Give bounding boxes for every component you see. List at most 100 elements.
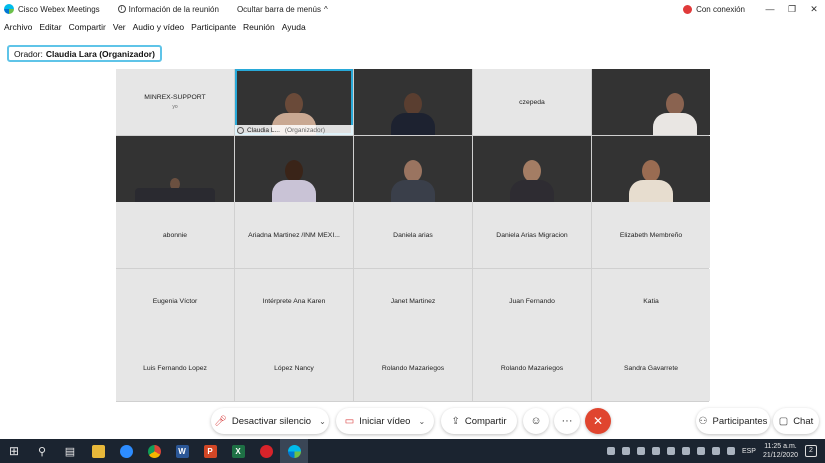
language-indicator[interactable]: ESP — [742, 448, 756, 455]
taskbar-webex[interactable] — [280, 439, 308, 463]
search-button[interactable]: ⚲ — [28, 439, 56, 463]
minimize-button[interactable]: — — [759, 4, 781, 14]
participant-tile[interactable]: Daniela Arias Migracion — [473, 202, 591, 268]
chevron-down-icon[interactable]: ⌄ — [418, 417, 425, 426]
menu-bar: Archivo Editar Compartir Ver Audio y víd… — [0, 19, 309, 35]
active-speaker-label: Orador: Claudia Lara (Organizador) — [7, 45, 162, 62]
participant-video-tile[interactable] — [354, 135, 472, 202]
hide-menu-label: Ocultar barra de menús — [236, 4, 321, 14]
participant-tile[interactable]: MINREX-SUPPORT yo — [116, 69, 234, 135]
tray-app-icon[interactable] — [651, 447, 660, 455]
tray-app-icon[interactable] — [621, 447, 630, 455]
notifications-button[interactable]: 2 — [805, 445, 817, 457]
microphone-muted-icon: 🎤︎ — [214, 415, 227, 427]
speaker-prefix: Orador: — [14, 48, 43, 59]
connection-status[interactable]: Con conexión — [683, 4, 745, 14]
start-button[interactable]: ⊞ — [0, 439, 28, 463]
participant-tile[interactable]: Elizabeth Membreño — [592, 202, 710, 268]
participant-video — [391, 159, 435, 202]
participant-name: Ariadna Martinez /INM MEXI... — [248, 231, 340, 239]
participant-tile[interactable]: Sandra Gavarrete — [592, 335, 710, 401]
participant-video — [135, 177, 215, 202]
menu-reunion[interactable]: Reunión — [243, 22, 275, 32]
participant-tile[interactable]: Luis Fernando Lopez — [116, 335, 234, 401]
webex-logo-icon — [4, 4, 14, 14]
participant-video-tile[interactable] — [354, 69, 472, 135]
participant-tile[interactable]: Rolando Mazariegos — [354, 335, 472, 401]
participant-name: Rolando Mazariegos — [381, 364, 445, 372]
participant-self-label: yo — [172, 104, 178, 110]
taskbar-excel[interactable]: X — [224, 439, 252, 463]
participant-video-tile[interactable] — [473, 135, 591, 202]
menu-compartir[interactable]: Compartir — [69, 22, 106, 32]
connection-icon — [683, 4, 693, 14]
volume-icon[interactable] — [726, 447, 735, 455]
participant-video-tile[interactable] — [235, 135, 353, 202]
taskbar-zoom[interactable] — [112, 439, 140, 463]
participant-name: Claudia L... — [247, 126, 280, 134]
participant-tile[interactable]: Janet Martinez — [354, 268, 472, 335]
participant-tile[interactable]: Katia — [592, 268, 710, 335]
taskbar-app-red[interactable] — [252, 439, 280, 463]
menu-audio-video[interactable]: Audio y vídeo — [133, 22, 185, 32]
folder-icon — [91, 444, 105, 458]
chevron-down-icon[interactable]: ⌄ — [319, 417, 326, 426]
participant-tile[interactable]: abonnie — [116, 202, 234, 268]
reactions-button[interactable]: ☺ — [523, 408, 549, 434]
close-icon: ✕ — [592, 414, 604, 428]
chat-button[interactable]: ▢ Chat — [773, 408, 819, 434]
taskbar-powerpoint[interactable]: P — [196, 439, 224, 463]
participant-tile[interactable]: Rolando Mazariegos — [473, 335, 591, 401]
taskbar-file-explorer[interactable] — [84, 439, 112, 463]
tray-app-icon[interactable] — [606, 447, 615, 455]
participant-tile[interactable]: Juan Fernando — [473, 268, 591, 335]
participant-tile[interactable]: Daniela arias — [354, 202, 472, 268]
participant-name: Sandra Gavarrete — [623, 364, 679, 372]
hide-menu-button[interactable]: Ocultar barra de menús ^ — [237, 5, 328, 14]
connection-label: Con conexión — [696, 4, 745, 14]
share-label: Compartir — [464, 415, 507, 427]
participant-video-tile[interactable] — [592, 135, 710, 202]
share-button[interactable]: ⇪ Compartir — [441, 408, 517, 434]
end-meeting-button[interactable]: ✕ — [585, 408, 611, 434]
windows-taskbar: ⊞ ⚲ ▤ W P X ESP 11:25 a.m. 21/12/2020 2 — [0, 439, 825, 463]
taskbar-word[interactable]: W — [168, 439, 196, 463]
start-video-button[interactable]: ▭ Iniciar vídeo ⌄ — [336, 408, 434, 434]
participant-name: Elizabeth Membreño — [619, 231, 683, 239]
participant-name: czepeda — [519, 98, 545, 106]
tray-app-icon[interactable] — [681, 447, 690, 455]
search-icon: ⚲ — [37, 445, 47, 458]
maximize-button[interactable]: ❐ — [781, 4, 803, 15]
participant-name: Luis Fernando Lopez — [143, 364, 207, 372]
unmute-button[interactable]: 🎤︎ Desactivar silencio ⌄ — [211, 408, 329, 434]
menu-editar[interactable]: Editar — [39, 22, 61, 32]
tray-app-icon[interactable] — [696, 447, 705, 455]
powerpoint-icon: P — [203, 444, 217, 458]
more-options-button[interactable]: ··· — [554, 408, 580, 434]
close-button[interactable]: ✕ — [803, 4, 825, 15]
meeting-info-button[interactable]: i Información de la reunión — [117, 5, 219, 14]
menu-participante[interactable]: Participante — [191, 22, 236, 32]
participant-video-tile[interactable] — [116, 135, 234, 202]
windows-icon: ⊞ — [8, 444, 20, 458]
participant-tile[interactable]: Ariadna Martinez /INM MEXI... — [235, 202, 353, 268]
taskbar-chrome[interactable] — [140, 439, 168, 463]
participant-name: López Nancy — [274, 364, 314, 372]
wifi-icon[interactable] — [711, 447, 720, 455]
tray-app-icon[interactable] — [666, 447, 675, 455]
menu-ayuda[interactable]: Ayuda — [282, 22, 306, 32]
participant-tile[interactable]: López Nancy — [235, 335, 353, 401]
task-view-button[interactable]: ▤ — [56, 439, 84, 463]
participant-tile[interactable]: czepeda — [473, 69, 591, 135]
participants-button[interactable]: ⚇ Participantes — [696, 408, 770, 434]
clock[interactable]: 11:25 a.m. 21/12/2020 — [763, 442, 798, 460]
participant-video-tile[interactable] — [592, 69, 710, 135]
tray-app-icon[interactable] — [636, 447, 645, 455]
participant-tile[interactable]: Eugenia Víctor — [116, 268, 234, 335]
menu-ver[interactable]: Ver — [113, 22, 126, 32]
participant-video-tile[interactable]: Claudia L... (Organizador) — [235, 69, 353, 135]
menu-archivo[interactable]: Archivo — [4, 22, 32, 32]
participant-name: Katia — [643, 298, 659, 305]
participant-tile[interactable]: Intérprete Ana Karen — [235, 268, 353, 335]
task-view-icon: ▤ — [64, 445, 76, 458]
